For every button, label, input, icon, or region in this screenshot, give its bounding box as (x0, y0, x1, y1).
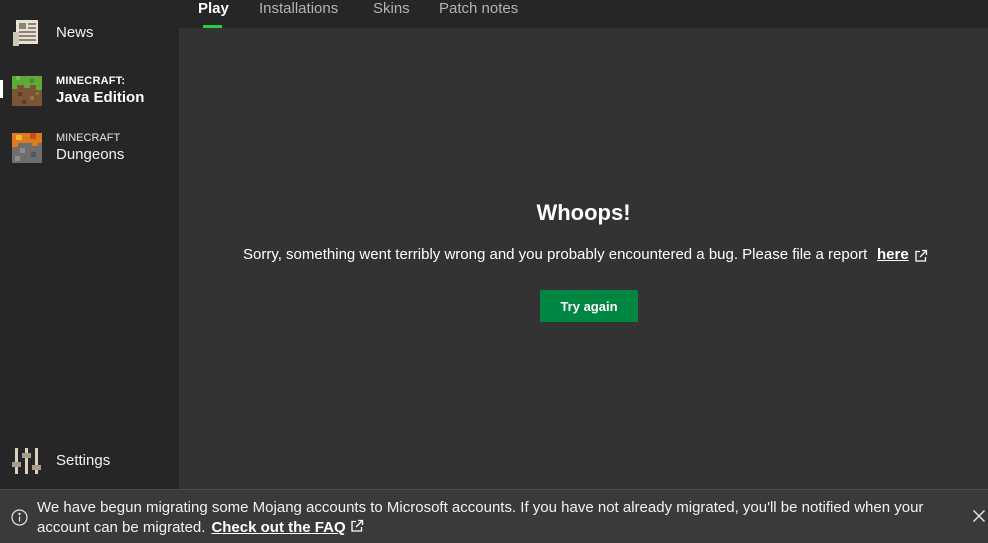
sidebar: News MINECRAFT: Java Edition MINECRAFT D… (0, 0, 179, 489)
tab-patch-notes[interactable]: Patch notes (439, 0, 518, 17)
report-link[interactable]: here (877, 246, 909, 263)
java-edition-icon (12, 76, 42, 106)
migration-banner: We have begun migrating some Mojang acco… (0, 489, 988, 543)
external-link-icon (350, 519, 364, 533)
sidebar-item-java-edition[interactable]: MINECRAFT: Java Edition (0, 72, 179, 108)
sidebar-item-label: Settings (56, 452, 111, 469)
error-message: Sorry, something went terribly wrong and… (243, 246, 868, 263)
tab-installations[interactable]: Installations (259, 0, 338, 17)
dungeons-title: Dungeons (56, 146, 125, 163)
java-edition-title: Java Edition (56, 89, 145, 106)
sidebar-item-label: News (56, 24, 94, 41)
close-icon[interactable] (972, 509, 986, 523)
banner-message: We have begun migrating some Mojang acco… (37, 498, 937, 538)
banner-text: We have begun migrating some Mojang acco… (37, 499, 924, 536)
tab-skins[interactable]: Skins (373, 0, 410, 17)
external-link-icon (914, 249, 928, 263)
news-icon (12, 18, 42, 48)
error-title: Whoops! (536, 200, 631, 225)
sidebar-item-settings[interactable]: Settings (0, 446, 179, 476)
sidebar-item-dungeons[interactable]: MINECRAFT Dungeons (0, 130, 179, 166)
faq-link[interactable]: Check out the FAQ (211, 519, 345, 536)
main-content: Whoops! Sorry, something went terribly w… (179, 28, 988, 489)
sidebar-item-news[interactable]: News (0, 18, 179, 48)
settings-icon (12, 446, 42, 476)
tab-play[interactable]: Play (198, 0, 229, 17)
tab-bar: Play Installations Skins Patch notes (179, 0, 988, 28)
dungeons-subtitle: MINECRAFT (56, 132, 121, 144)
java-edition-subtitle: MINECRAFT: (56, 75, 126, 87)
info-icon (11, 509, 28, 526)
try-again-button[interactable]: Try again (540, 290, 638, 322)
dungeons-icon (12, 133, 42, 163)
